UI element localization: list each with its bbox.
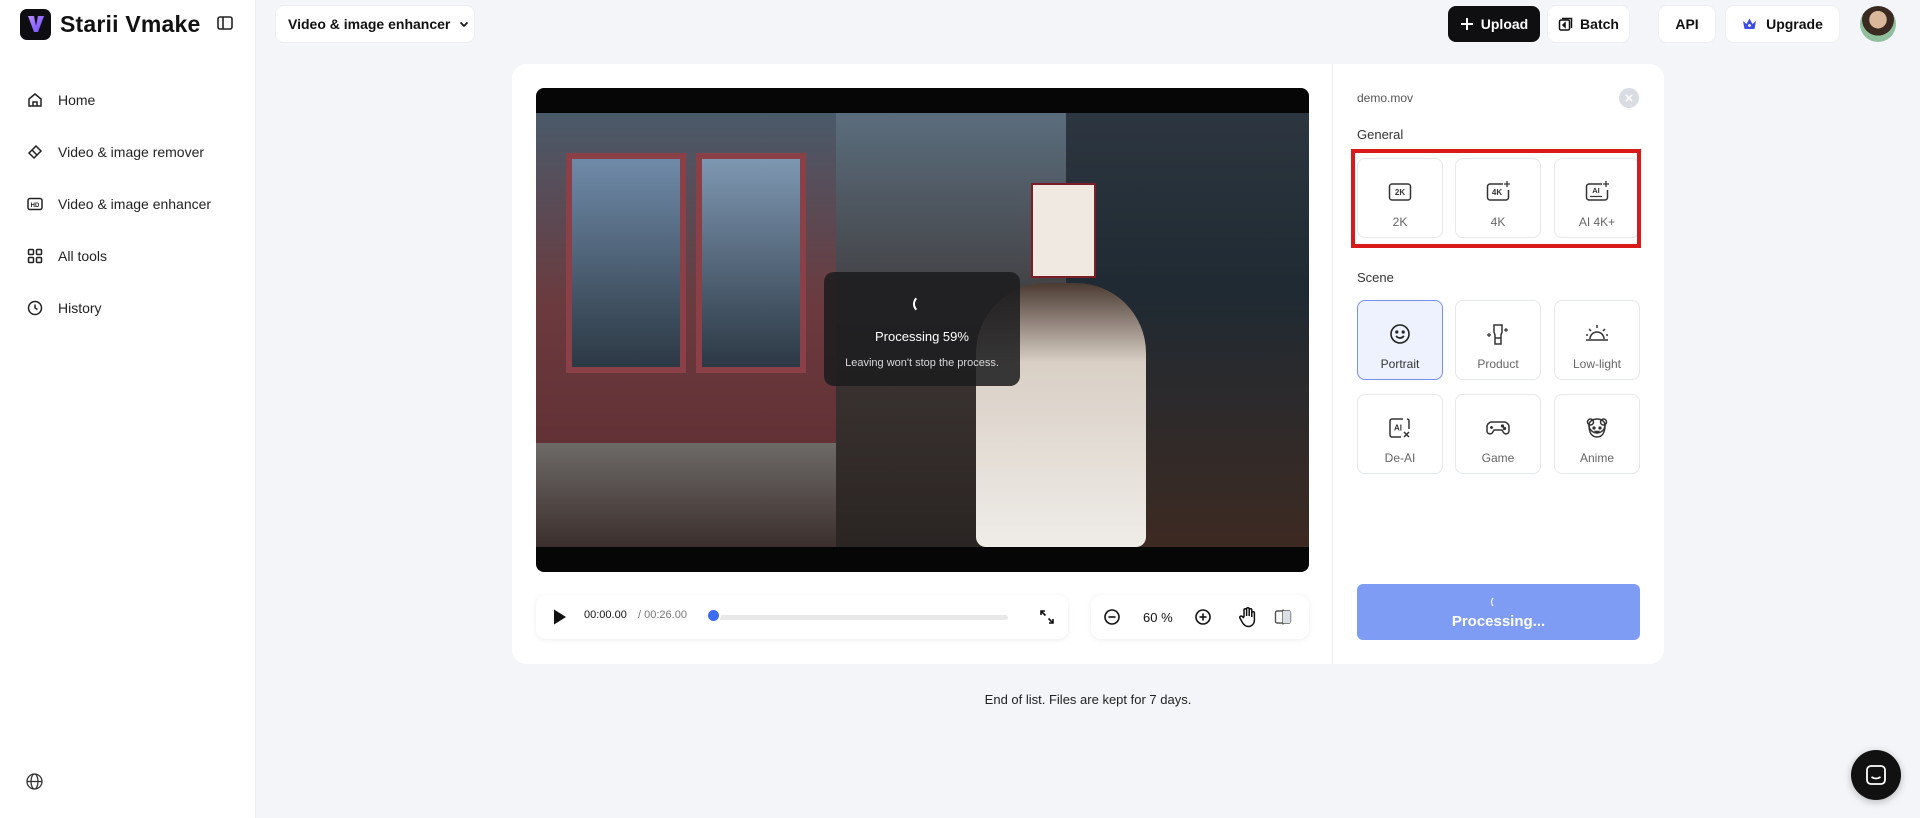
- processing-button-label: Processing...: [1451, 613, 1546, 630]
- zoom-controls: 60 %: [1091, 595, 1309, 639]
- sidebar-item-label: Home: [58, 92, 96, 108]
- mode-dropdown[interactable]: Video & image enhancer: [276, 6, 474, 42]
- svg-text:AI: AI: [1394, 424, 1402, 433]
- api-label: API: [1675, 16, 1699, 32]
- spinner-icon: [913, 295, 931, 313]
- zoom-in-icon[interactable]: [1194, 608, 1212, 631]
- upload-button[interactable]: Upload: [1448, 6, 1540, 42]
- de-ai-icon: AI: [1389, 418, 1410, 438]
- product-icon: [1487, 324, 1508, 345]
- sidebar-item-label: Video & image enhancer: [58, 196, 212, 212]
- player-controls: 00:00.00 / 00:26.00: [536, 595, 1068, 639]
- sidebar-toggle-icon[interactable]: [216, 14, 234, 32]
- current-time: 00:00.00: [584, 609, 627, 621]
- option-label: Portrait: [1380, 357, 1420, 371]
- seek-handle[interactable]: [708, 610, 719, 621]
- plus-icon: [1460, 18, 1473, 30]
- scene-portrait[interactable]: Portrait: [1357, 300, 1443, 380]
- api-button[interactable]: API: [1659, 6, 1715, 42]
- brand-name: Starii Vmake: [60, 10, 201, 37]
- eraser-icon: [27, 144, 43, 160]
- option-label: Anime: [1579, 451, 1614, 465]
- option-label: De-AI: [1384, 451, 1416, 465]
- sidebar-item-label: Video & image remover: [58, 144, 205, 160]
- option-label: Low-light: [1572, 357, 1622, 371]
- sidebar-item-history[interactable]: History: [0, 282, 256, 334]
- globe-icon[interactable]: [25, 772, 44, 791]
- scene-low-light[interactable]: Low-light: [1554, 300, 1640, 380]
- end-of-list-text: End of list. Files are kept for 7 days.: [984, 692, 1192, 707]
- smile-icon: [1390, 324, 1410, 344]
- vmake-logo-icon: [20, 8, 51, 40]
- divider: [1332, 64, 1333, 664]
- grid-icon: [27, 248, 43, 264]
- anime-bear-icon: [1586, 418, 1608, 438]
- hand-pan-icon[interactable]: [1238, 606, 1258, 633]
- mode-dropdown-label: Video & image enhancer: [288, 16, 451, 32]
- processing-note: Leaving won't stop the process.: [845, 357, 999, 369]
- sidebar-item-all-tools[interactable]: All tools: [0, 230, 256, 282]
- processing-status: Processing 59%: [875, 329, 969, 344]
- fullscreen-icon[interactable]: [1038, 608, 1056, 631]
- sidebar-item-home[interactable]: Home: [0, 74, 256, 126]
- sidebar-item-enhancer[interactable]: HD Video & image enhancer: [0, 178, 256, 230]
- spinner-icon: [1491, 596, 1503, 608]
- upload-label: Upload: [1480, 16, 1529, 32]
- sidebar: Starii Vmake Home Video & image remover …: [0, 0, 256, 818]
- batch-button[interactable]: Batch: [1548, 6, 1629, 42]
- zoom-out-icon[interactable]: [1103, 608, 1121, 631]
- upgrade-button[interactable]: Upgrade: [1726, 6, 1839, 42]
- scene-de-ai[interactable]: AI De-AI: [1357, 394, 1443, 474]
- option-label: Game: [1481, 451, 1515, 465]
- sidebar-item-label: History: [58, 300, 102, 316]
- avatar[interactable]: [1860, 6, 1896, 42]
- upgrade-label: Upgrade: [1766, 16, 1823, 32]
- scene-anime[interactable]: Anime: [1554, 394, 1640, 474]
- scene-game[interactable]: Game: [1455, 394, 1541, 474]
- play-icon[interactable]: [552, 608, 568, 631]
- brand[interactable]: Starii Vmake: [20, 8, 200, 40]
- svg-text:HD: HD: [31, 203, 40, 209]
- scene-product[interactable]: Product: [1455, 300, 1541, 380]
- total-time: / 00:26.00: [638, 609, 687, 621]
- crown-icon: [1743, 18, 1757, 29]
- file-name: demo.mov: [1357, 91, 1414, 105]
- compare-split-icon[interactable]: [1274, 608, 1292, 631]
- highlight-box: [1351, 149, 1641, 248]
- clock-icon: [27, 300, 43, 316]
- sidebar-nav: Home Video & image remover HD Video & im…: [0, 74, 256, 334]
- batch-label: Batch: [1580, 16, 1619, 32]
- seek-bar[interactable]: [708, 615, 1008, 620]
- scene-section-label: Scene: [1357, 270, 1394, 285]
- home-icon: [28, 93, 42, 107]
- sidebar-item-remover[interactable]: Video & image remover: [0, 126, 256, 178]
- hd-icon: HD: [27, 197, 43, 211]
- sidebar-item-label: All tools: [58, 248, 108, 264]
- chat-support-icon[interactable]: [1851, 750, 1901, 800]
- general-section-label: General: [1357, 127, 1404, 142]
- zoom-level: 60 %: [1143, 610, 1173, 625]
- gamepad-icon: [1486, 421, 1510, 435]
- batch-icon: [1558, 17, 1573, 31]
- option-label: Product: [1477, 357, 1519, 371]
- close-icon[interactable]: [1619, 88, 1639, 108]
- chevron-down-icon: [460, 21, 469, 28]
- processing-overlay: Processing 59% Leaving won't stop the pr…: [824, 272, 1020, 386]
- low-light-icon: [1586, 325, 1608, 341]
- processing-button[interactable]: Processing...: [1357, 584, 1640, 640]
